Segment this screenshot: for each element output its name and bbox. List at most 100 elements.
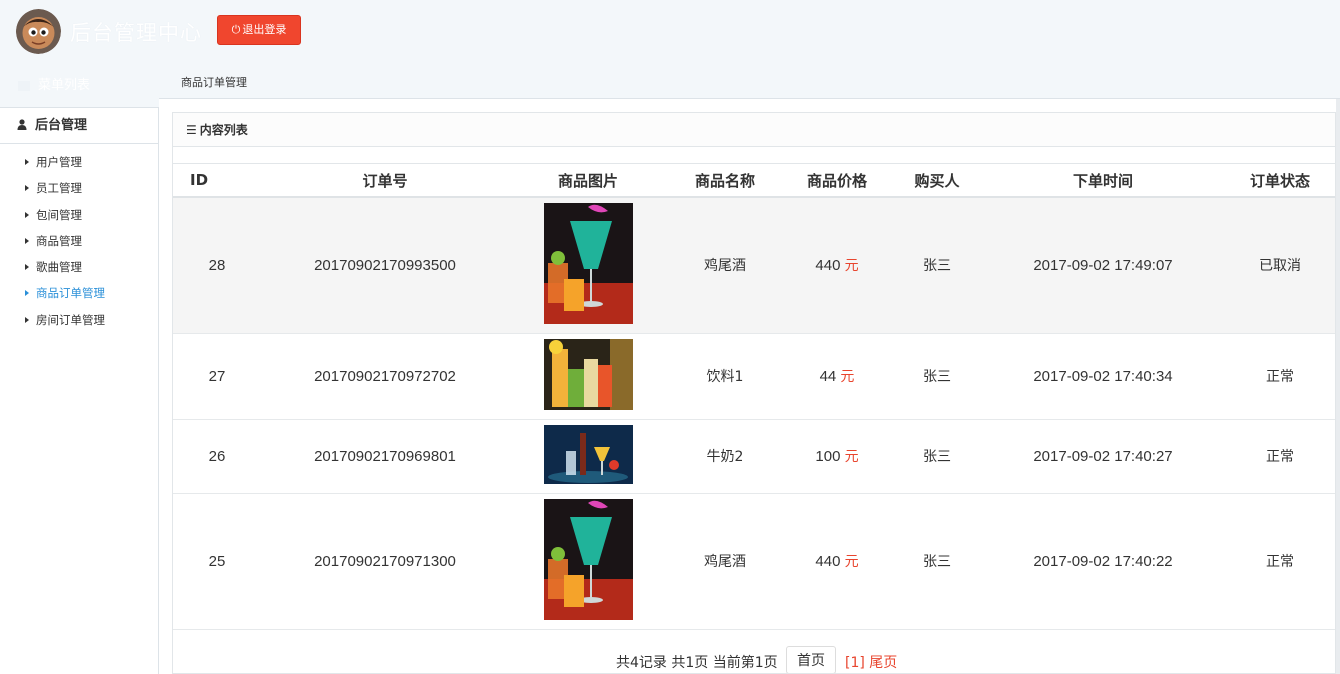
caret-right-icon — [25, 211, 29, 218]
content-panel: ☰ 内容列表 ID 订单号 商品图片 商品名称 商品价格 购买人 下单时间 订单状… — [172, 112, 1336, 674]
main-content: ☰ 内容列表 ID 订单号 商品图片 商品名称 商品价格 购买人 下单时间 订单状… — [159, 99, 1340, 674]
user-icon — [17, 109, 27, 130]
pagination-summary: 共4记录 共1页 当前第1页 — [616, 655, 778, 671]
product-name: 鸡尾酒 — [667, 493, 783, 630]
sidebar-item-room-orders[interactable]: 房间订单管理 — [0, 307, 158, 333]
order-number: 20170902170972702 — [261, 333, 509, 420]
buyer: 张三 — [891, 493, 983, 630]
sidebar-item-label: 商品订单管理 — [36, 286, 105, 301]
cocktail-image[interactable] — [543, 202, 633, 328]
avatar — [16, 9, 61, 54]
panel-title: 内容列表 — [199, 123, 248, 137]
sidebar: 后台管理 用户管理 员工管理 包间管理 商品管理 歌曲管理 商品订单管理 房间订… — [0, 107, 159, 674]
buyer: 张三 — [891, 197, 983, 334]
sidebar-item-label: 歌曲管理 — [36, 260, 82, 275]
column-header: ID — [173, 164, 261, 198]
column-header: 订单状态 — [1223, 164, 1335, 198]
column-header: 购买人 — [891, 164, 983, 198]
logout-button[interactable]: ⏻ 退出登录 — [217, 15, 301, 45]
table-row[interactable]: 27 20170902170972702 饮料1 44 元 张三 2017-09… — [173, 333, 1335, 420]
product-image-cell — [509, 197, 667, 334]
sidebar-item-label: 商品管理 — [36, 233, 82, 248]
order-time: 2017-09-02 17:40:22 — [983, 493, 1223, 630]
sidebar-item-room[interactable]: 包间管理 — [0, 202, 158, 228]
buyer: 张三 — [891, 333, 983, 420]
first-page-button[interactable]: 首页 — [786, 646, 836, 673]
table-header-row: ID 订单号 商品图片 商品名称 商品价格 购买人 下单时间 订单状态 — [173, 164, 1335, 198]
price-value: 100 — [815, 448, 841, 465]
currency-label: 元 — [840, 369, 855, 385]
header: 后台管理中心 ⏻ 退出登录 — [0, 0, 1340, 62]
order-status: 正常 — [1223, 333, 1335, 420]
product-image-cell — [509, 333, 667, 420]
drinks-image[interactable] — [543, 424, 633, 488]
sidebar-item-user[interactable]: 用户管理 — [0, 149, 158, 175]
order-number: 20170902170969801 — [261, 419, 509, 494]
menu-list-header: 菜单列表 — [0, 72, 158, 100]
caret-right-icon — [25, 159, 29, 165]
divider — [173, 147, 1335, 164]
table-row[interactable]: 25 20170902170971300 鸡尾酒 440 元 张三 2017-0… — [173, 493, 1335, 630]
order-number: 20170902170993500 — [261, 197, 509, 334]
column-header: 商品名称 — [667, 164, 783, 198]
caret-right-icon — [25, 237, 29, 244]
sidebar-menu: 用户管理 员工管理 包间管理 商品管理 歌曲管理 商品订单管理 房间订单管理 — [0, 144, 158, 333]
power-icon: ⏻ — [231, 23, 241, 36]
order-id: 25 — [173, 493, 261, 630]
currency-label: 元 — [844, 258, 859, 275]
sidebar-item-product-orders[interactable]: 商品订单管理 — [0, 280, 158, 306]
currency-label: 元 — [844, 554, 859, 570]
sidebar-item-label: 用户管理 — [36, 155, 82, 169]
order-id: 26 — [173, 419, 261, 494]
column-header: 商品价格 — [783, 164, 891, 198]
price-value: 44 — [819, 368, 837, 385]
column-header: 订单号 — [261, 164, 509, 198]
caret-right-icon — [25, 316, 29, 323]
order-time: 2017-09-02 17:49:07 — [983, 197, 1223, 334]
sidebar-section-admin[interactable]: 后台管理 — [0, 108, 158, 144]
order-time: 2017-09-02 17:40:27 — [983, 419, 1223, 494]
sidebar-item-product[interactable]: 商品管理 — [0, 228, 158, 254]
app-title: 后台管理中心 — [70, 21, 202, 45]
product-price: 440 元 — [783, 493, 891, 630]
product-name: 饮料1 — [667, 333, 783, 420]
caret-right-icon — [25, 185, 29, 192]
product-image-cell — [509, 419, 667, 494]
scrollbar[interactable] — [1336, 99, 1340, 674]
cocktail-image[interactable] — [543, 498, 633, 624]
currency-label: 元 — [844, 449, 859, 465]
order-status: 正常 — [1223, 419, 1335, 494]
order-time: 2017-09-02 17:40:34 — [983, 333, 1223, 420]
order-number: 20170902170971300 — [261, 493, 509, 630]
sidebar-item-label: 包间管理 — [36, 207, 82, 222]
sidebar-item-staff[interactable]: 员工管理 — [0, 175, 158, 201]
juice-image[interactable] — [543, 338, 633, 414]
panel-header: ☰ 内容列表 — [173, 113, 1335, 147]
breadcrumb: 商品订单管理 — [181, 76, 247, 89]
product-price: 440 元 — [783, 197, 891, 334]
price-value: 440 — [815, 257, 841, 275]
pagination: 共4记录 共1页 当前第1页 首页 [1] 尾页 — [173, 646, 1335, 673]
table-row[interactable]: 26 20170902170969801 牛奶2 100 元 张三 2017-0… — [173, 419, 1335, 494]
price-value: 440 — [815, 553, 841, 570]
order-status: 已取消 — [1223, 197, 1335, 334]
orders-table: ID 订单号 商品图片 商品名称 商品价格 购买人 下单时间 订单状态 28 2… — [173, 164, 1335, 630]
caret-right-icon — [25, 290, 29, 297]
sidebar-section-title: 后台管理 — [35, 118, 88, 133]
column-header: 商品图片 — [509, 164, 667, 198]
product-price: 44 元 — [783, 333, 891, 420]
logout-label: 退出登录 — [242, 23, 287, 36]
sidebar-item-label: 员工管理 — [36, 181, 82, 196]
page-links[interactable]: [1] 尾页 — [845, 652, 897, 672]
order-status: 正常 — [1223, 493, 1335, 630]
product-name: 牛奶2 — [667, 419, 783, 494]
product-name: 鸡尾酒 — [667, 197, 783, 334]
table-row[interactable]: 28 20170902170993500 鸡尾酒 440 元 张三 2017-0… — [173, 197, 1335, 334]
sidebar-item-label: 房间订单管理 — [36, 312, 105, 327]
product-image-cell — [509, 493, 667, 630]
order-id: 27 — [173, 333, 261, 420]
menu-list-label: 菜单列表 — [38, 78, 91, 93]
list-icon — [18, 80, 30, 91]
sidebar-item-song[interactable]: 歌曲管理 — [0, 254, 158, 280]
caret-right-icon — [25, 264, 29, 271]
